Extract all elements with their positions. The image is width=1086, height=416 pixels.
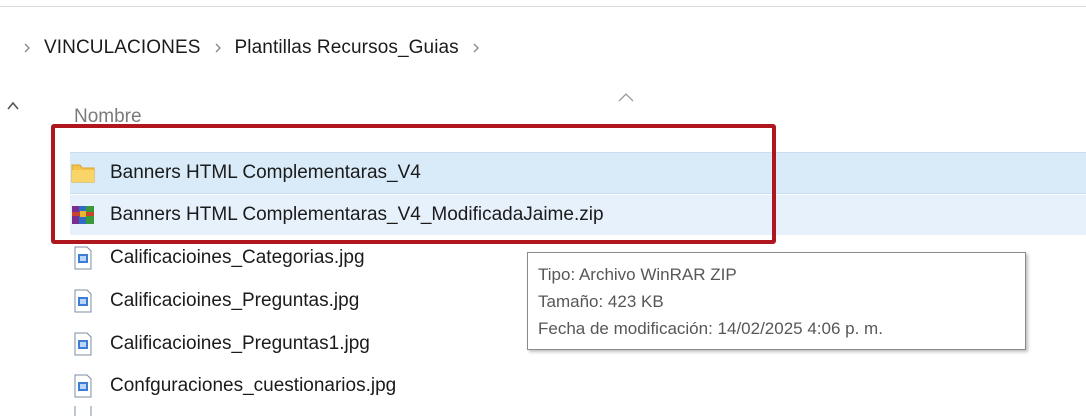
- file-name: Calificacioines_Categorias.jpg: [110, 247, 365, 268]
- breadcrumb: VINCULACIONES Plantillas Recursos_Guias: [14, 36, 489, 60]
- file-info-tooltip: Tipo: Archivo WinRAR ZIP Tamaño: 423 KB …: [527, 252, 1026, 350]
- jpg-file-icon: [70, 372, 96, 400]
- tooltip-type: Tipo: Archivo WinRAR ZIP: [538, 265, 737, 284]
- annotation-highlight-box: [51, 124, 776, 244]
- file-row-jpg[interactable]: Calificacioines_Preguntas1.jpg: [70, 324, 370, 364]
- scroll-up-arrow-icon[interactable]: [4, 98, 22, 114]
- breadcrumb-item-vinculaciones[interactable]: VINCULACIONES: [40, 37, 205, 59]
- jpg-file-icon: [70, 287, 96, 315]
- jpg-file-icon: [70, 244, 96, 272]
- file-name: Calificacioines_Preguntas1.jpg: [110, 333, 370, 354]
- file-icon: [70, 406, 96, 416]
- breadcrumb-item-plantillas[interactable]: Plantillas Recursos_Guias: [231, 37, 463, 59]
- chevron-right-icon[interactable]: [463, 36, 489, 60]
- chevron-right-icon[interactable]: [205, 36, 231, 60]
- file-row-partial[interactable]: [70, 406, 110, 416]
- file-row-jpg[interactable]: Calificacioines_Preguntas.jpg: [70, 281, 359, 321]
- tooltip-size: Tamaño: 423 KB: [538, 292, 664, 311]
- file-name: Calificacioines_Preguntas.jpg: [110, 290, 360, 311]
- file-row-jpg[interactable]: Confguraciones_cuestionarios.jpg: [70, 366, 396, 406]
- file-row-jpg[interactable]: Calificacioines_Categorias.jpg: [70, 238, 365, 278]
- sort-ascending-caret-icon: [617, 90, 635, 102]
- file-name: Confguraciones_cuestionarios.jpg: [110, 375, 397, 396]
- chevron-right-icon[interactable]: [14, 36, 40, 60]
- tooltip-date: Fecha de modificación: 14/02/2025 4:06 p…: [538, 319, 883, 338]
- jpg-file-icon: [70, 330, 96, 358]
- address-bar-divider: [0, 6, 1086, 7]
